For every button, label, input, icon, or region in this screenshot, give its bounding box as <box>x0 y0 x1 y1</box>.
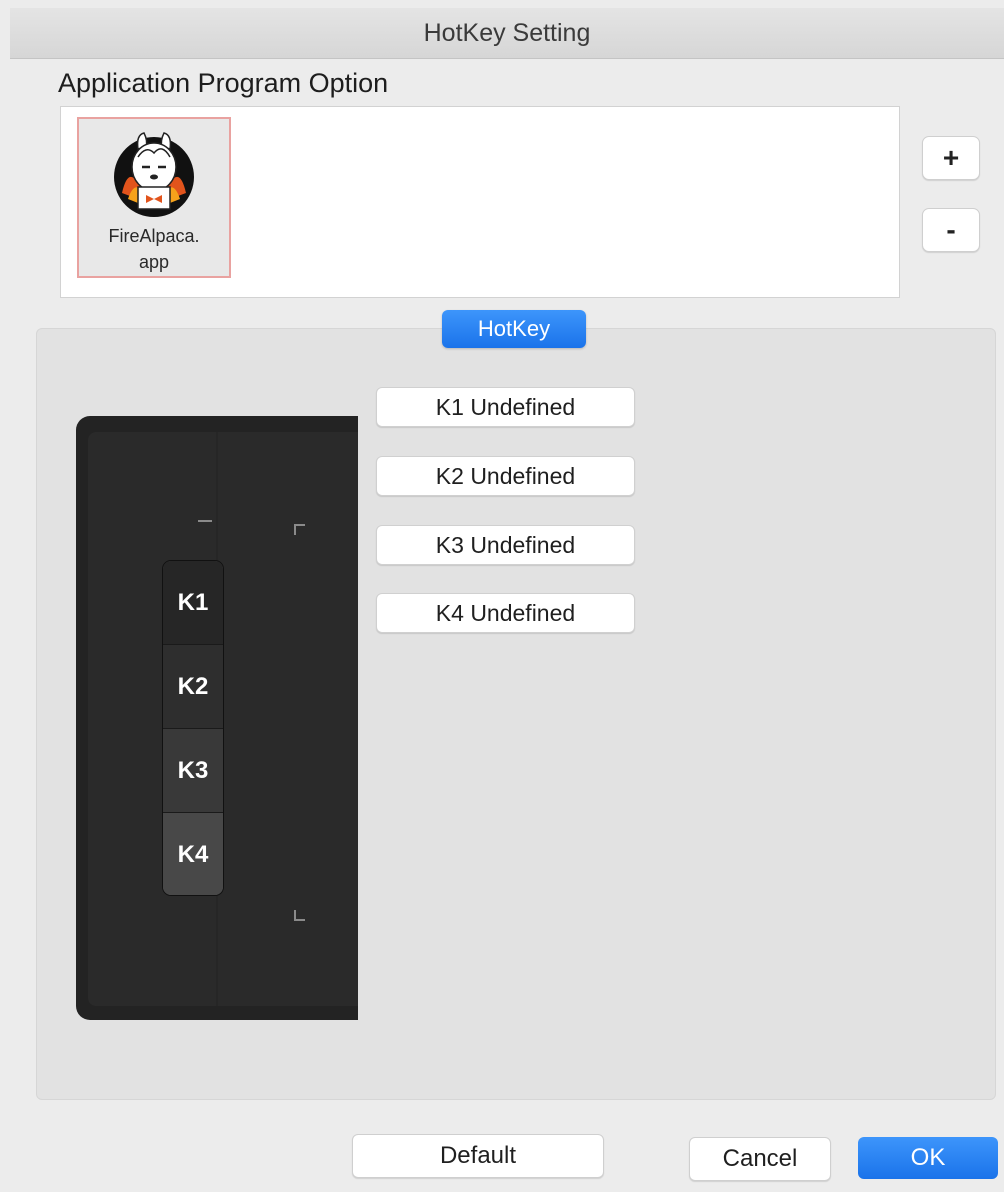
tab-hotkey[interactable]: HotKey <box>442 310 586 348</box>
device-key-k4[interactable]: K4 <box>163 813 223 895</box>
app-name-label: FireAlpaca. app <box>84 223 224 275</box>
hotkey-k1-button[interactable]: K1 Undefined <box>376 387 635 427</box>
hotkey-k3-label: K3 Undefined <box>435 531 576 558</box>
device-key-k3[interactable]: K3 <box>163 729 223 813</box>
active-area-corner-bottom <box>294 910 305 921</box>
app-section-label: Application Program Option <box>58 68 389 98</box>
default-button[interactable]: Default <box>352 1134 604 1178</box>
ok-button-label: OK <box>910 1144 946 1171</box>
hotkey-k1-label: K1 Undefined <box>435 393 576 420</box>
application-list: FireAlpaca. app <box>60 106 900 298</box>
tablet-surface: K1 K2 K3 K4 <box>88 432 358 1006</box>
remove-app-button[interactable]: - <box>922 208 980 252</box>
hotkey-k2-button[interactable]: K2 Undefined <box>376 456 635 496</box>
express-key-strip: K1 K2 K3 K4 <box>162 560 224 896</box>
ok-button[interactable]: OK <box>858 1137 998 1179</box>
window-title: HotKey Setting <box>423 18 591 47</box>
firealpaca-app-icon <box>114 132 194 217</box>
window-titlebar: HotKey Setting <box>10 8 1004 59</box>
hotkey-k4-label: K4 Undefined <box>435 599 576 626</box>
add-app-button[interactable]: + <box>922 136 980 180</box>
cancel-button[interactable]: Cancel <box>689 1137 831 1181</box>
app-name: FireAlpaca. app <box>108 226 200 272</box>
tab-hotkey-label: HotKey <box>477 316 551 341</box>
remove-button-label: - <box>946 214 956 245</box>
hotkey-k3-button[interactable]: K3 Undefined <box>376 525 635 565</box>
hotkey-k4-button[interactable]: K4 Undefined <box>376 593 635 633</box>
active-area-corner-top <box>294 524 305 535</box>
hotkey-k2-label: K2 Undefined <box>435 462 576 489</box>
tablet-indicator-dash <box>198 520 212 522</box>
app-tile-firealpaca[interactable]: FireAlpaca. app <box>77 117 231 278</box>
add-button-label: + <box>942 142 960 173</box>
device-key-k2[interactable]: K2 <box>163 645 223 729</box>
device-key-k1[interactable]: K1 <box>163 561 223 645</box>
tablet-device-illustration: K1 K2 K3 K4 <box>76 416 358 1020</box>
default-button-label: Default <box>439 1142 517 1169</box>
cancel-button-label: Cancel <box>722 1145 798 1172</box>
